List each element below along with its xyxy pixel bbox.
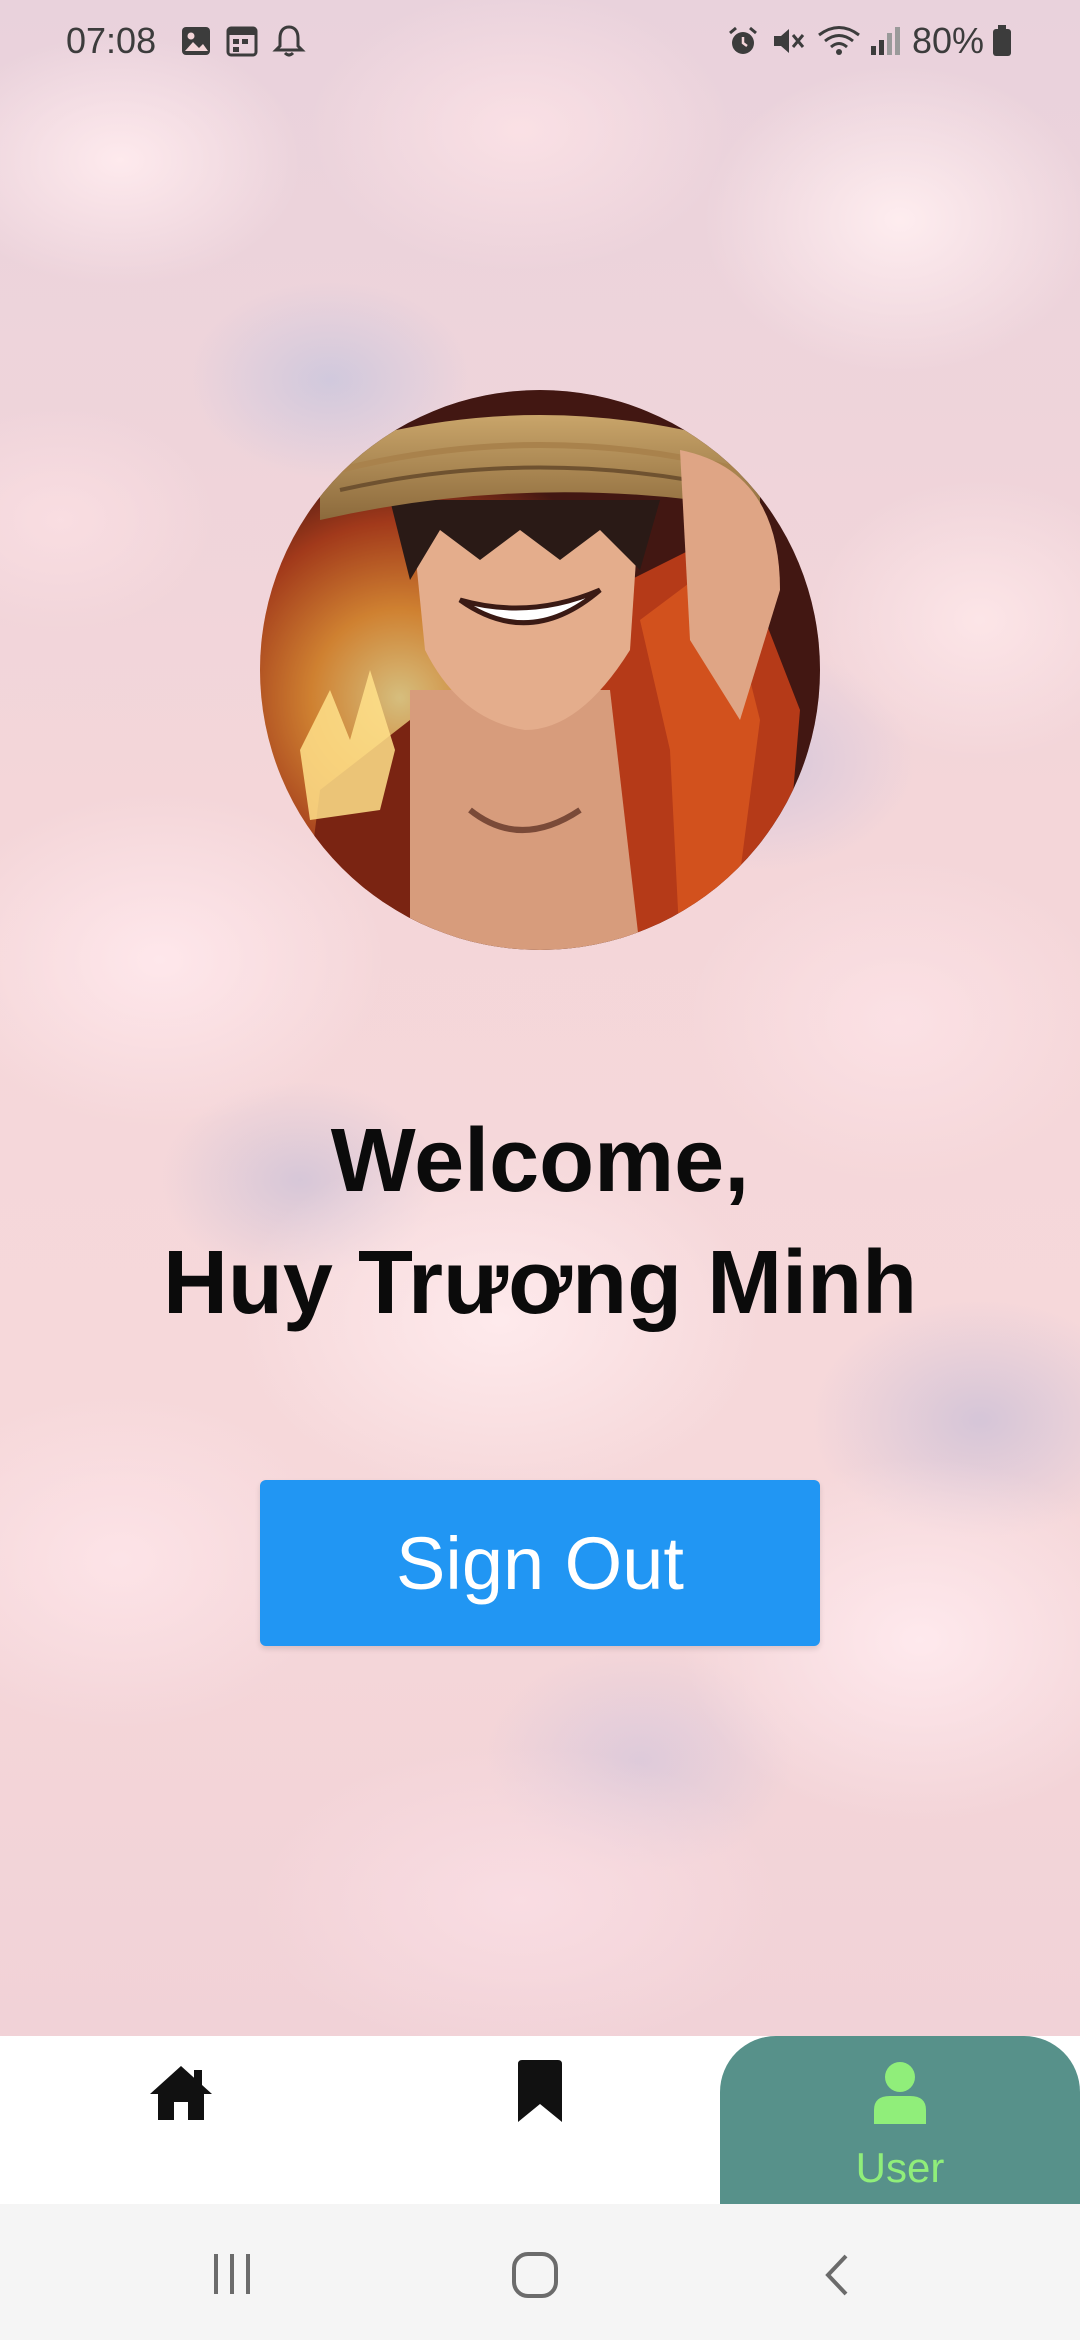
system-navigation-bar bbox=[0, 2204, 1080, 2340]
sign-out-label: Sign Out bbox=[396, 1521, 684, 1605]
user-name: Huy Trương Minh bbox=[162, 1233, 918, 1333]
welcome-line: Welcome, bbox=[330, 1111, 750, 1211]
nav-user-label: User bbox=[855, 2144, 945, 2191]
sign-out-button[interactable]: Sign Out bbox=[260, 1480, 820, 1646]
cloud-background bbox=[0, 0, 1080, 2036]
alarm-icon bbox=[729, 26, 757, 54]
bookmark-icon bbox=[518, 2060, 562, 2122]
user-icon bbox=[874, 2062, 926, 2124]
wifi-icon bbox=[818, 26, 860, 55]
battery-icon bbox=[993, 25, 1011, 56]
welcome-message: Welcome, Huy Trương Minh bbox=[0, 1100, 1080, 1344]
avatar bbox=[260, 390, 820, 950]
battery-percent: 80% bbox=[912, 20, 985, 61]
recent-apps-icon[interactable] bbox=[210, 2252, 254, 2296]
back-icon[interactable] bbox=[822, 2252, 852, 2298]
home-circle-icon[interactable] bbox=[510, 2250, 560, 2300]
avatar-image bbox=[260, 390, 820, 950]
status-time: 07:08 bbox=[66, 20, 157, 61]
bottom-navigation: User bbox=[0, 2036, 1080, 2204]
calendar-icon bbox=[226, 26, 258, 57]
status-bar: 07:08 80% bbox=[0, 0, 1080, 84]
notification-bell-icon bbox=[272, 25, 306, 57]
nav-item-home[interactable] bbox=[80, 2036, 280, 2204]
nav-item-user[interactable]: User bbox=[720, 2036, 1080, 2204]
home-icon bbox=[150, 2066, 212, 2120]
nav-item-bookmark[interactable] bbox=[440, 2036, 640, 2204]
mute-icon bbox=[774, 29, 805, 53]
gallery-icon bbox=[182, 27, 210, 55]
user-profile-screen: 07:08 80% Welcome, Huy Trương Minh Sign … bbox=[0, 0, 1080, 2340]
signal-icon bbox=[871, 27, 900, 55]
